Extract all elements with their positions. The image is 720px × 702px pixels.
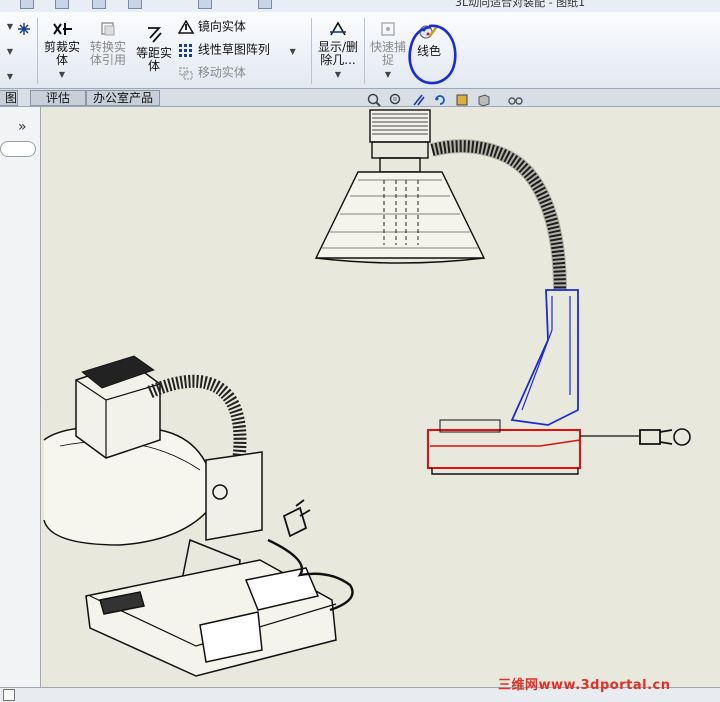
drawing-viewport[interactable] <box>41 93 720 687</box>
offset-entities-button[interactable]: 等距实体 <box>134 26 174 73</box>
quick-snap-icon <box>381 22 395 36</box>
move-entities-button[interactable]: 移动实体 <box>178 66 246 80</box>
zoom-area-icon[interactable] <box>389 93 403 107</box>
linear-pattern-label: 线性草图阵列 <box>197 42 270 57</box>
zoom-to-fit-icon[interactable] <box>367 93 381 107</box>
tab-sketch-partial[interactable]: 图 <box>0 90 18 106</box>
panel-filter-field[interactable] <box>0 141 36 157</box>
display-style-icon[interactable] <box>477 93 491 107</box>
pan-icon[interactable] <box>411 93 425 107</box>
rotate-icon[interactable] <box>433 93 447 107</box>
linear-pattern-button[interactable]: 线性草图阵列 ▼ <box>178 43 296 58</box>
mirror-icon <box>177 19 195 34</box>
annotation-circle <box>408 24 457 85</box>
move-entities-label: 移动实体 <box>197 65 246 80</box>
site-watermark: 三维网www.3dportal.cn <box>498 678 671 693</box>
mirror-entities-label: 镜向实体 <box>197 19 246 34</box>
drawing-sheet <box>43 109 691 677</box>
mirror-entities-button[interactable]: 镜向实体 <box>177 19 246 34</box>
convert-entities-button[interactable]: 转换实体引用 <box>88 20 128 67</box>
title-bar: 3L动向适合对装配 - 图纸1 <box>0 0 720 12</box>
trim-entities-button[interactable]: 剪裁实体 ▼ <box>40 20 84 81</box>
move-icon <box>179 67 193 80</box>
feature-manager-panel: » ◂ <box>0 107 50 687</box>
linear-pattern-icon <box>179 44 192 57</box>
qa-print-icon[interactable] <box>128 0 142 9</box>
trim-entities-label: 剪裁实体 <box>43 40 80 67</box>
sketch-ribbon: ▼ ▼ ▼ 剪裁实体 ▼ 转换实体引用 等距实体 镜向实体 线性草图阵列 ▼ 移… <box>0 12 720 89</box>
convert-icon <box>101 22 115 36</box>
front-lamp-view <box>314 109 691 475</box>
command-tabs: 图 评估 办公室产品 <box>0 89 720 107</box>
expand-panel-icon[interactable]: » <box>18 119 27 135</box>
hide-show-icon[interactable] <box>507 93 527 107</box>
qa-save-icon[interactable] <box>92 0 106 9</box>
tab-office-products[interactable]: 办公室产品 <box>86 90 160 106</box>
relations-icon <box>330 21 346 36</box>
quick-snap-button[interactable]: 快速捕捉 ▼ <box>368 20 408 81</box>
trim-icon <box>53 23 72 35</box>
section-view-icon[interactable] <box>455 93 469 107</box>
point-icon[interactable] <box>17 22 31 36</box>
qa-open-icon[interactable] <box>55 0 69 9</box>
window-title: 3L动向适合对装配 - 图纸1 <box>455 0 586 9</box>
quick-snap-label: 快速捕捉 <box>369 40 406 67</box>
qa-select-icon[interactable] <box>198 0 212 9</box>
status-checkbox[interactable] <box>3 689 15 701</box>
display-delete-label: 显示/删除几... <box>317 40 359 67</box>
tab-evaluate[interactable]: 评估 <box>30 90 86 106</box>
convert-entities-label: 转换实体引用 <box>89 40 126 67</box>
offset-icon <box>148 27 162 43</box>
qa-new-icon[interactable] <box>20 0 34 9</box>
display-delete-relations-button[interactable]: 显示/删除几... ▼ <box>316 20 360 81</box>
ribbon-left-dropdowns[interactable]: ▼ ▼ ▼ <box>2 20 18 83</box>
offset-entities-label: 等距实体 <box>135 46 172 73</box>
qa-options-icon[interactable] <box>258 0 272 9</box>
isometric-lamp-view <box>43 355 354 677</box>
